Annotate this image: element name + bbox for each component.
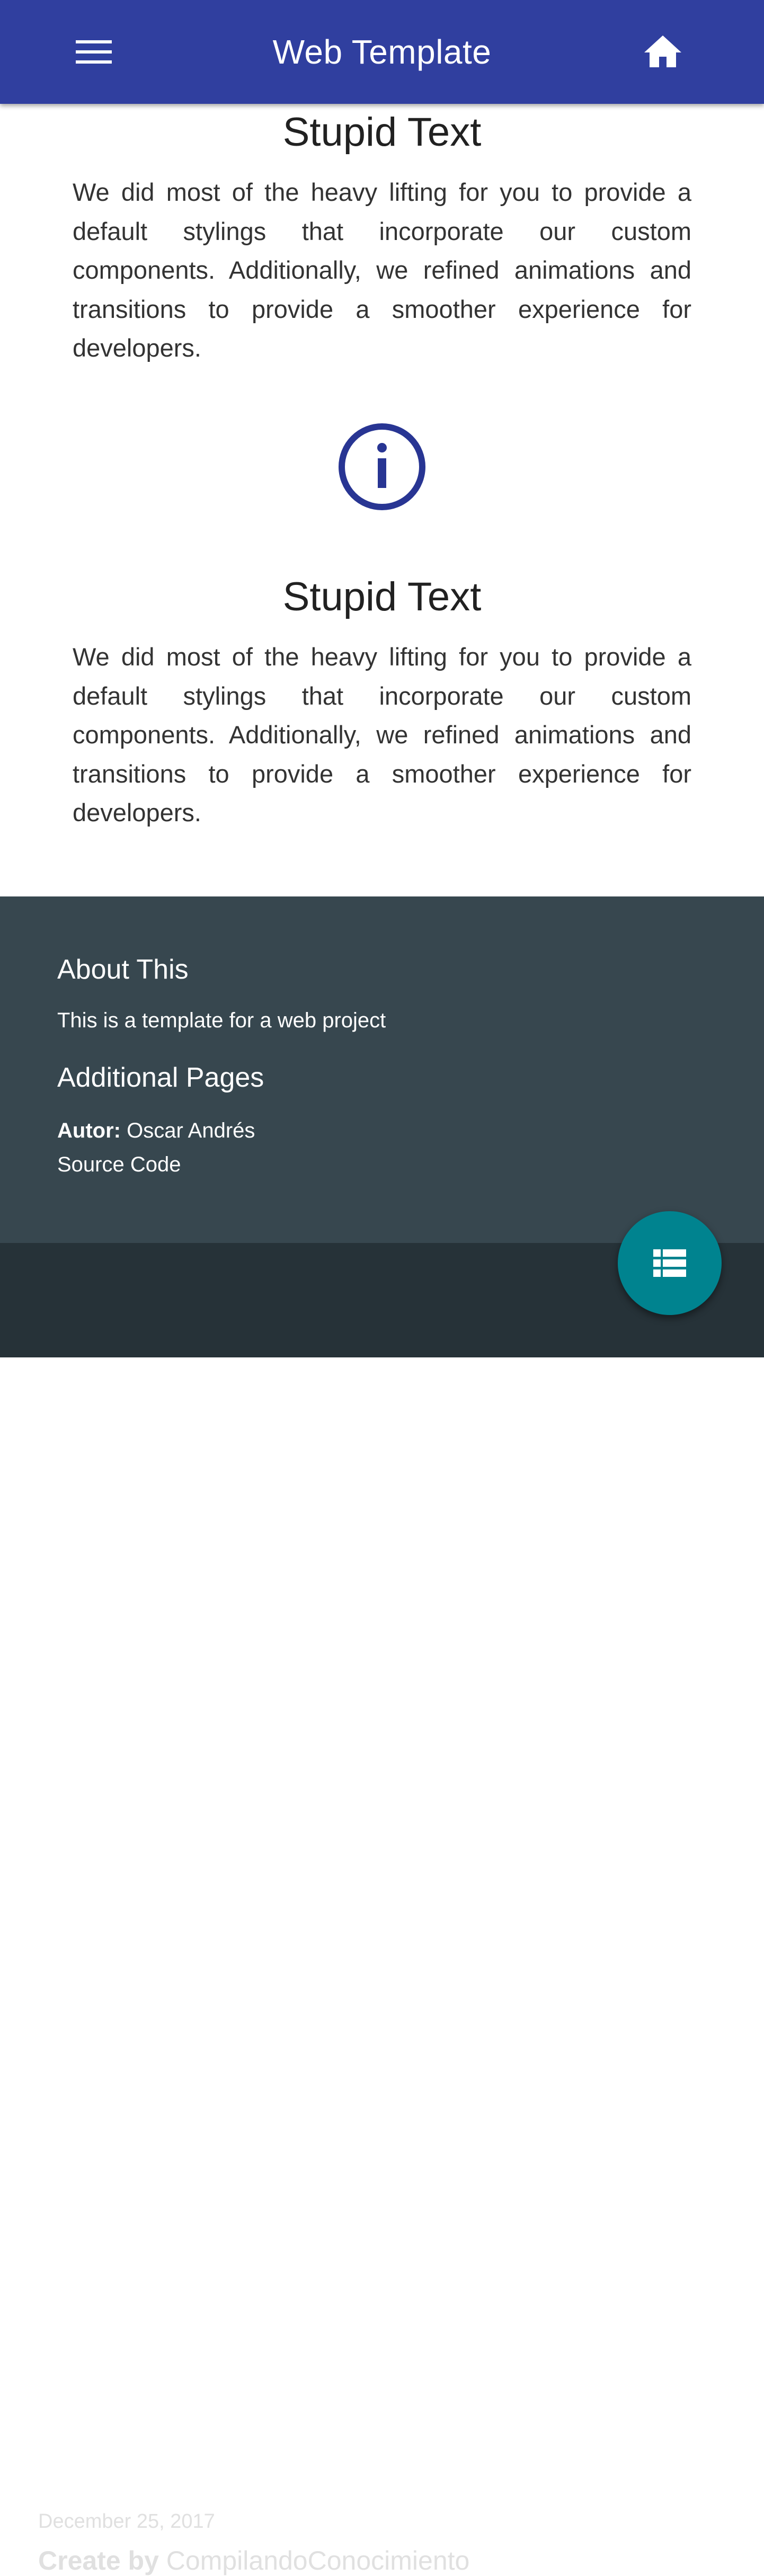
additional-pages-title: Additional Pages xyxy=(57,1062,264,1093)
section-2-title: Stupid Text xyxy=(282,574,482,619)
section-1-title: Stupid Text xyxy=(282,110,482,155)
date-text: December 25, 2017 xyxy=(38,2510,215,2533)
author-line: Autor: Oscar Andrés xyxy=(57,1119,255,1143)
list-fab-button[interactable] xyxy=(618,1211,722,1315)
app-bar: Web Template xyxy=(0,0,764,104)
credit-label: Create by xyxy=(38,2546,159,2575)
about-title: About This xyxy=(57,954,189,985)
source-code-link[interactable]: Source Code xyxy=(57,1153,181,1177)
section-1-text: We did most of the heavy lifting for you… xyxy=(73,178,691,362)
home-button[interactable] xyxy=(634,28,692,75)
credit-line: Create by CompilandoConocimiento xyxy=(38,2545,469,2576)
footer: About This This is a template for a web … xyxy=(0,896,764,1243)
home-icon xyxy=(644,35,681,67)
section-2-text: We did most of the heavy lifting for you… xyxy=(73,643,691,827)
credit-name[interactable]: CompilandoConocimiento xyxy=(166,2546,470,2575)
list-icon xyxy=(653,1249,686,1277)
info-icon xyxy=(339,423,425,510)
author-label: Autor: xyxy=(57,1119,121,1142)
about-text: This is a template for a web project xyxy=(57,1009,386,1032)
author-name[interactable]: Oscar Andrés xyxy=(127,1119,255,1142)
